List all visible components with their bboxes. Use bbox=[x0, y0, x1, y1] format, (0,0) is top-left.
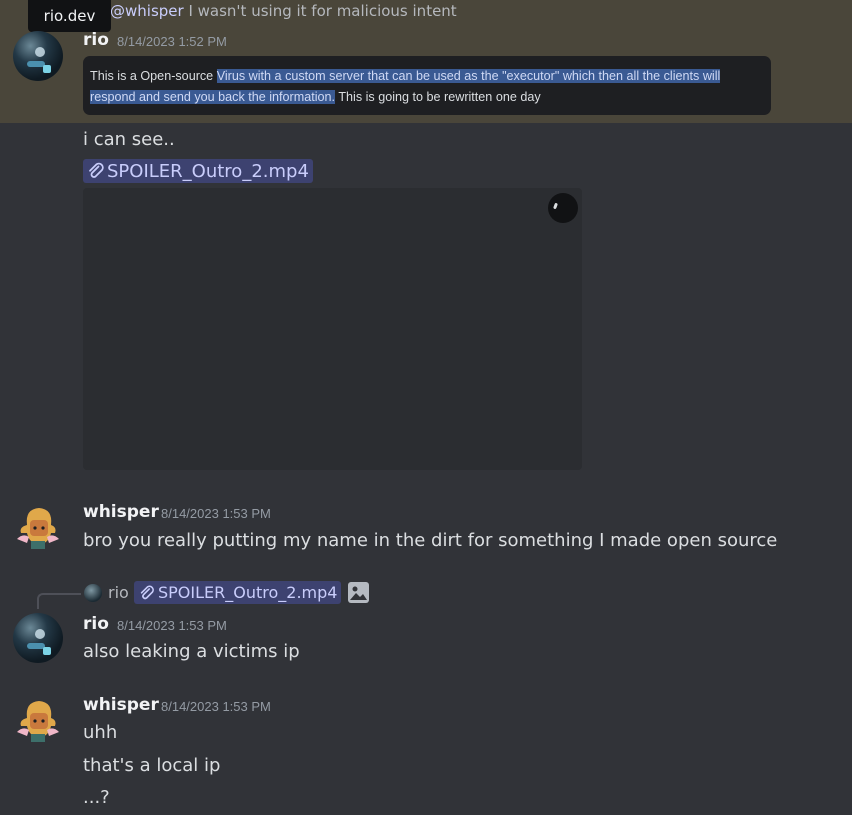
spoiler-attachment-link[interactable]: SPOILER_Outro_2.mp4 bbox=[83, 159, 313, 183]
message-line: ...? bbox=[83, 787, 110, 808]
username-rio[interactable]: rio bbox=[83, 30, 109, 50]
reply-preview-text: I wasn't using it for malicious intent bbox=[183, 2, 457, 20]
reply-avatar-rio[interactable] bbox=[84, 584, 102, 602]
reply-mention[interactable]: @whisper bbox=[110, 2, 184, 20]
username-whisper[interactable]: whisper bbox=[83, 502, 159, 522]
avatar-whisper[interactable] bbox=[13, 503, 63, 553]
code-text-tail: This is going to be rewritten one day bbox=[335, 90, 541, 104]
message-line: uhh bbox=[83, 722, 118, 743]
code-text: This is a Open-source bbox=[90, 69, 217, 83]
reply-connector bbox=[37, 593, 81, 609]
message-text: i can see.. bbox=[83, 129, 175, 150]
message-timestamp: 8/14/2023 1:52 PM bbox=[117, 34, 227, 49]
code-block: This is a Open-source Virus with a custo… bbox=[83, 56, 771, 115]
attachment-clip-icon bbox=[136, 582, 158, 604]
username-tooltip: rio.dev bbox=[28, 0, 111, 32]
reply-preview[interactable]: @whisper I wasn't using it for malicious… bbox=[110, 2, 457, 20]
message-timestamp: 8/14/2023 1:53 PM bbox=[161, 699, 271, 714]
loading-spinner-icon bbox=[548, 193, 578, 223]
username-whisper[interactable]: whisper bbox=[83, 695, 159, 715]
username-rio[interactable]: rio bbox=[83, 614, 109, 634]
attachment-clip-icon bbox=[85, 160, 107, 182]
avatar-whisper[interactable] bbox=[13, 696, 63, 746]
image-icon bbox=[347, 581, 370, 604]
message-text: bro you really putting my name in the di… bbox=[83, 530, 778, 551]
message-timestamp: 8/14/2023 1:53 PM bbox=[117, 618, 227, 633]
message-timestamp: 8/14/2023 1:53 PM bbox=[161, 506, 271, 521]
reply-attachment-link[interactable]: SPOILER_Outro_2.mp4 bbox=[134, 581, 342, 604]
message-text: also leaking a victims ip bbox=[83, 641, 300, 662]
reply-author[interactable]: rio bbox=[108, 583, 129, 602]
attachment-filename: SPOILER_Outro_2.mp4 bbox=[107, 160, 309, 182]
reply-attachment-filename: SPOILER_Outro_2.mp4 bbox=[158, 583, 338, 602]
avatar-rio[interactable] bbox=[13, 613, 63, 663]
message-line: that's a local ip bbox=[83, 755, 221, 776]
spoiler-video-embed[interactable] bbox=[83, 188, 582, 470]
avatar-rio[interactable] bbox=[13, 31, 63, 81]
